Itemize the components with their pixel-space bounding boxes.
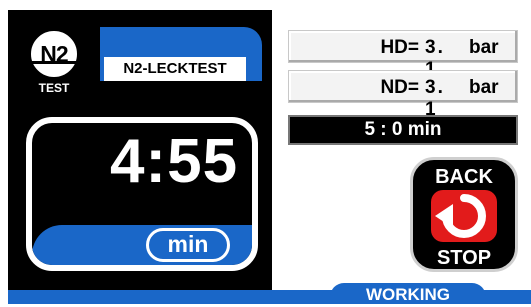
back-label: BACK <box>435 166 493 188</box>
timer-unit: min <box>146 228 230 262</box>
stop-label: STOP <box>436 247 492 269</box>
timer-value: 4:55 <box>109 127 239 196</box>
back-stop-button[interactable]: BACK STOP <box>410 157 518 272</box>
hd-unit: bar <box>469 37 499 58</box>
hd-label: HD= <box>380 37 419 58</box>
logo-subtitle: TEST <box>38 81 70 95</box>
logo-text: N2 <box>40 41 68 67</box>
return-arrow-icon <box>431 190 497 242</box>
hd-pressure-field: HD= 3. 1 bar <box>288 30 518 80</box>
nd-label: ND= <box>380 77 419 98</box>
page-title: N2-LECKTEST <box>104 57 246 81</box>
test-duration: 5 : 0 min <box>288 115 518 145</box>
nd-pressure-field: ND= 3. 1 bar <box>288 70 518 120</box>
n2-logo: N2 TEST <box>25 27 83 97</box>
nd-unit: bar <box>469 77 499 98</box>
status-text: WORKING <box>330 283 486 304</box>
